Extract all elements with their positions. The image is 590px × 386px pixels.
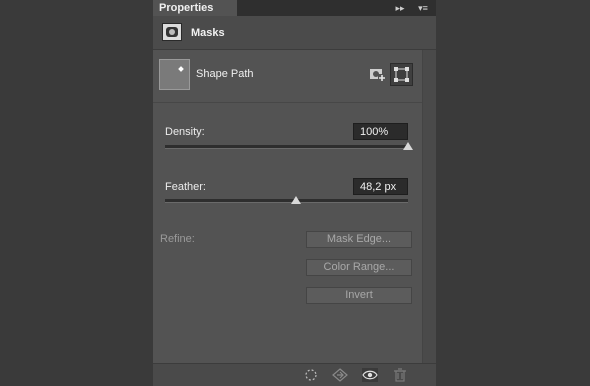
panel-menu-icon[interactable]: ▾≡ [415, 2, 431, 14]
refine-label: Refine: [160, 233, 195, 245]
color-range-button[interactable]: Color Range... [306, 259, 412, 276]
feather-label: Feather: [165, 181, 206, 193]
density-slider[interactable] [165, 145, 408, 149]
load-selection-icon[interactable] [303, 368, 319, 382]
mask-thumbnail[interactable] [159, 59, 190, 90]
density-slider-handle[interactable] [403, 142, 413, 150]
properties-panel: Properties ▸▸ ▾≡ Masks Shape Path Densit… [153, 0, 436, 386]
vector-mask-icon [394, 67, 409, 82]
add-vector-mask-button[interactable] [390, 63, 413, 86]
panel-footer [153, 363, 436, 386]
collapse-icon[interactable]: ▸▸ [393, 2, 407, 14]
shape-path-label: Shape Path [196, 68, 254, 80]
mask-properties: Shape Path Density: 100% Feather: 48,2 p… [153, 50, 422, 363]
mask-edge-button[interactable]: Mask Edge... [306, 231, 412, 248]
tab-bar: Properties ▸▸ ▾≡ [153, 0, 436, 16]
mask-icon [162, 23, 182, 41]
panel-header: Masks [153, 16, 436, 50]
divider [153, 102, 422, 103]
density-label: Density: [165, 126, 205, 138]
visibility-icon[interactable] [362, 368, 378, 382]
panel-title: Masks [191, 27, 225, 39]
density-field[interactable]: 100% [353, 123, 408, 140]
apply-mask-icon[interactable] [332, 368, 348, 382]
tab-properties[interactable]: Properties [153, 0, 237, 16]
feather-field[interactable]: 48,2 px [353, 178, 408, 195]
feather-slider-handle[interactable] [291, 196, 302, 204]
invert-button[interactable]: Invert [306, 287, 412, 304]
add-pixel-mask-icon[interactable] [369, 67, 387, 83]
feather-slider[interactable] [165, 199, 408, 203]
scrollbar[interactable] [422, 50, 436, 363]
delete-icon[interactable] [392, 368, 408, 382]
